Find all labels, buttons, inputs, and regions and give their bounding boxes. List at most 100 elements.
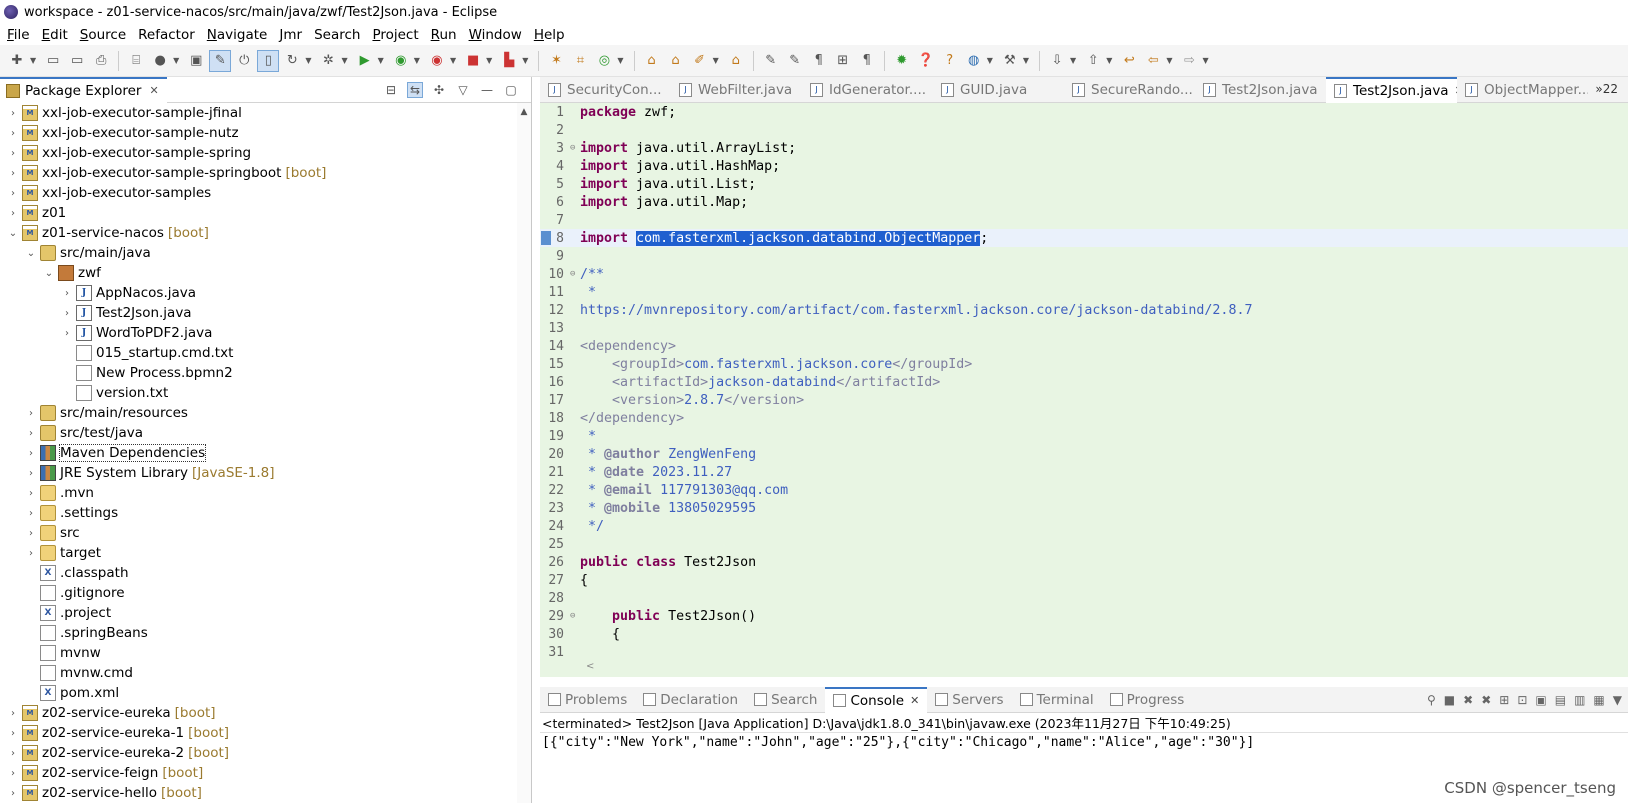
- coverage-dropdown-icon[interactable]: ▼: [414, 56, 420, 65]
- code-line[interactable]: 18 </dependency>: [540, 409, 1628, 427]
- tree-item[interactable]: mvnw.cmd: [0, 663, 517, 683]
- chevron-right-icon[interactable]: ›: [60, 328, 74, 339]
- tree-item[interactable]: ⌄ zwf: [0, 263, 517, 283]
- previous-annotation-dropdown-icon[interactable]: ▼: [1106, 56, 1112, 65]
- globe-dropdown-icon[interactable]: ▼: [987, 56, 993, 65]
- menu-help[interactable]: Help: [529, 27, 572, 43]
- code-line[interactable]: 24 */: [540, 517, 1628, 535]
- code-line[interactable]: 23 * @mobile 13805029595: [540, 499, 1628, 517]
- tools-icon[interactable]: ⚒: [999, 50, 1021, 72]
- save-all-icon[interactable]: ▭: [66, 50, 88, 72]
- mark-occurrences-icon[interactable]: ✎: [209, 49, 232, 72]
- chevron-right-icon[interactable]: ›: [6, 108, 20, 119]
- tree-item[interactable]: › Mz02-service-eureka [boot]: [0, 703, 517, 723]
- tab-search[interactable]: Search: [746, 687, 825, 713]
- chevron-right-icon[interactable]: ›: [60, 308, 74, 319]
- chevron-down-icon[interactable]: ⌄: [42, 268, 56, 279]
- forward-icon[interactable]: ⇨: [1179, 50, 1201, 72]
- run-icon[interactable]: ▶: [354, 50, 376, 72]
- previous-annotation-icon[interactable]: ⇧: [1082, 50, 1104, 72]
- tree-item[interactable]: › src: [0, 523, 517, 543]
- editor-tab[interactable]: J GUID.java: [933, 77, 1064, 103]
- code-line[interactable]: 8 import com.fasterxml.jackson.databind.O…: [540, 229, 1628, 247]
- code-line[interactable]: 9: [540, 247, 1628, 265]
- code-line[interactable]: 5 import java.util.List;: [540, 175, 1628, 193]
- tree-item[interactable]: › Mz01: [0, 203, 517, 223]
- tree-item[interactable]: › Mz02-service-eureka-1 [boot]: [0, 723, 517, 743]
- remove-all-launches-icon[interactable]: ✖: [1481, 693, 1491, 707]
- chevron-right-icon[interactable]: ›: [24, 448, 38, 459]
- open-console-icon[interactable]: ▤: [1555, 693, 1566, 707]
- menu-project[interactable]: Project: [367, 27, 425, 43]
- tree-item[interactable]: › J AppNacos.java: [0, 283, 517, 303]
- new-icon[interactable]: ✚: [6, 50, 28, 72]
- next-annotation-dropdown-icon[interactable]: ▼: [1070, 56, 1076, 65]
- editor-tab[interactable]: JTest2Json.java✕: [1326, 76, 1457, 103]
- tab-console[interactable]: Console ✕: [825, 686, 928, 713]
- tree-item[interactable]: 015_startup.cmd.txt: [0, 343, 517, 363]
- profile-icon[interactable]: ●: [149, 50, 171, 72]
- editor-tab[interactable]: J SecurityCon...: [540, 77, 671, 103]
- print-icon[interactable]: ⎙: [90, 50, 112, 72]
- word-wrap-icon[interactable]: ⊡: [1517, 693, 1527, 707]
- code-line[interactable]: 28: [540, 589, 1628, 607]
- code-line[interactable]: 11 *: [540, 283, 1628, 301]
- tree-item[interactable]: › Mxxl-job-executor-sample-springboot [boo…: [0, 163, 517, 183]
- code-line[interactable]: 17 <version>2.8.7</version>: [540, 391, 1628, 409]
- terminate-icon[interactable]: ■: [1444, 693, 1455, 707]
- chevron-right-icon[interactable]: ›: [24, 488, 38, 499]
- tab-problems[interactable]: Problems: [540, 687, 635, 713]
- external-tools-dropdown-icon[interactable]: ▼: [450, 56, 456, 65]
- editor-tab[interactable]: J ObjectMapper...: [1457, 77, 1588, 103]
- tree-item[interactable]: New Process.bpmn2: [0, 363, 517, 383]
- tree-item[interactable]: › J WordToPDF2.java: [0, 323, 517, 343]
- chevron-right-icon[interactable]: ›: [24, 408, 38, 419]
- menu-navigate[interactable]: Navigate: [202, 27, 275, 43]
- scroll-up-icon[interactable]: ▲: [517, 107, 531, 117]
- fold-toggle-icon[interactable]: ⊖: [570, 269, 580, 279]
- back-dropdown-icon[interactable]: ▼: [1166, 56, 1172, 65]
- fold-toggle-icon[interactable]: ⊖: [570, 611, 580, 621]
- question-icon[interactable]: ?: [939, 50, 961, 72]
- stop-icon[interactable]: ■: [462, 50, 484, 72]
- menu-edit[interactable]: Edit: [37, 27, 75, 43]
- toggle-block-icon[interactable]: ▯: [257, 49, 280, 72]
- tab-servers[interactable]: Servers: [927, 687, 1011, 713]
- code-line[interactable]: 22 * @email 117791303@qq.com: [540, 481, 1628, 499]
- fold-toggle-icon[interactable]: ⊖: [570, 143, 580, 153]
- back-icon[interactable]: ⇦: [1142, 50, 1164, 72]
- new-class-dropdown-icon[interactable]: ▼: [617, 56, 623, 65]
- tools-dropdown-icon[interactable]: ▼: [1023, 56, 1029, 65]
- chevron-right-icon[interactable]: ›: [6, 168, 20, 179]
- tree-item[interactable]: › JRE System Library [JavaSE-1.8]: [0, 463, 517, 483]
- open-folder-icon[interactable]: ⌂: [725, 50, 747, 72]
- tree-item[interactable]: › Mz02-service-eureka-2 [boot]: [0, 743, 517, 763]
- tree-item[interactable]: version.txt: [0, 383, 517, 403]
- highlight-icon[interactable]: ✎: [784, 50, 806, 72]
- last-edit-icon[interactable]: ↩: [1118, 50, 1140, 72]
- chevron-right-icon[interactable]: ›: [6, 208, 20, 219]
- tree-scrollbar[interactable]: ▲: [517, 103, 531, 803]
- code-line[interactable]: 1 package zwf;: [540, 103, 1628, 121]
- code-line[interactable]: 26 public class Test2Json: [540, 553, 1628, 571]
- editor-tab[interactable]: J SecureRando...: [1064, 77, 1195, 103]
- horizontal-scrollbar[interactable]: <: [580, 661, 1628, 677]
- code-line[interactable]: 10 ⊖/**: [540, 265, 1628, 283]
- run-dropdown-icon[interactable]: ▼: [378, 56, 384, 65]
- tree-item[interactable]: › src/main/resources: [0, 403, 517, 423]
- tab-progress[interactable]: Progress: [1102, 687, 1193, 713]
- code-line[interactable]: 20 * @author ZengWenFeng: [540, 445, 1628, 463]
- code-line[interactable]: 6 import java.util.Map;: [540, 193, 1628, 211]
- code-line[interactable]: 27 {: [540, 571, 1628, 589]
- code-line[interactable]: 2: [540, 121, 1628, 139]
- code-line[interactable]: 16 <artifactId>jackson-databind</artifac…: [540, 373, 1628, 391]
- view-menu-icon[interactable]: ▽: [455, 83, 471, 97]
- code-line[interactable]: 21 * @date 2023.11.27: [540, 463, 1628, 481]
- code-line[interactable]: 15 <groupId>com.fasterxml.jackson.core</…: [540, 355, 1628, 373]
- show-console-icon[interactable]: ▣: [1535, 693, 1546, 707]
- menu-jmr[interactable]: Jmr: [274, 27, 309, 43]
- code-line[interactable]: 4 import java.util.HashMap;: [540, 157, 1628, 175]
- code-line[interactable]: 19 *: [540, 427, 1628, 445]
- bug-icon[interactable]: ✹: [891, 50, 913, 72]
- tree-item[interactable]: › Maven Dependencies: [0, 443, 517, 463]
